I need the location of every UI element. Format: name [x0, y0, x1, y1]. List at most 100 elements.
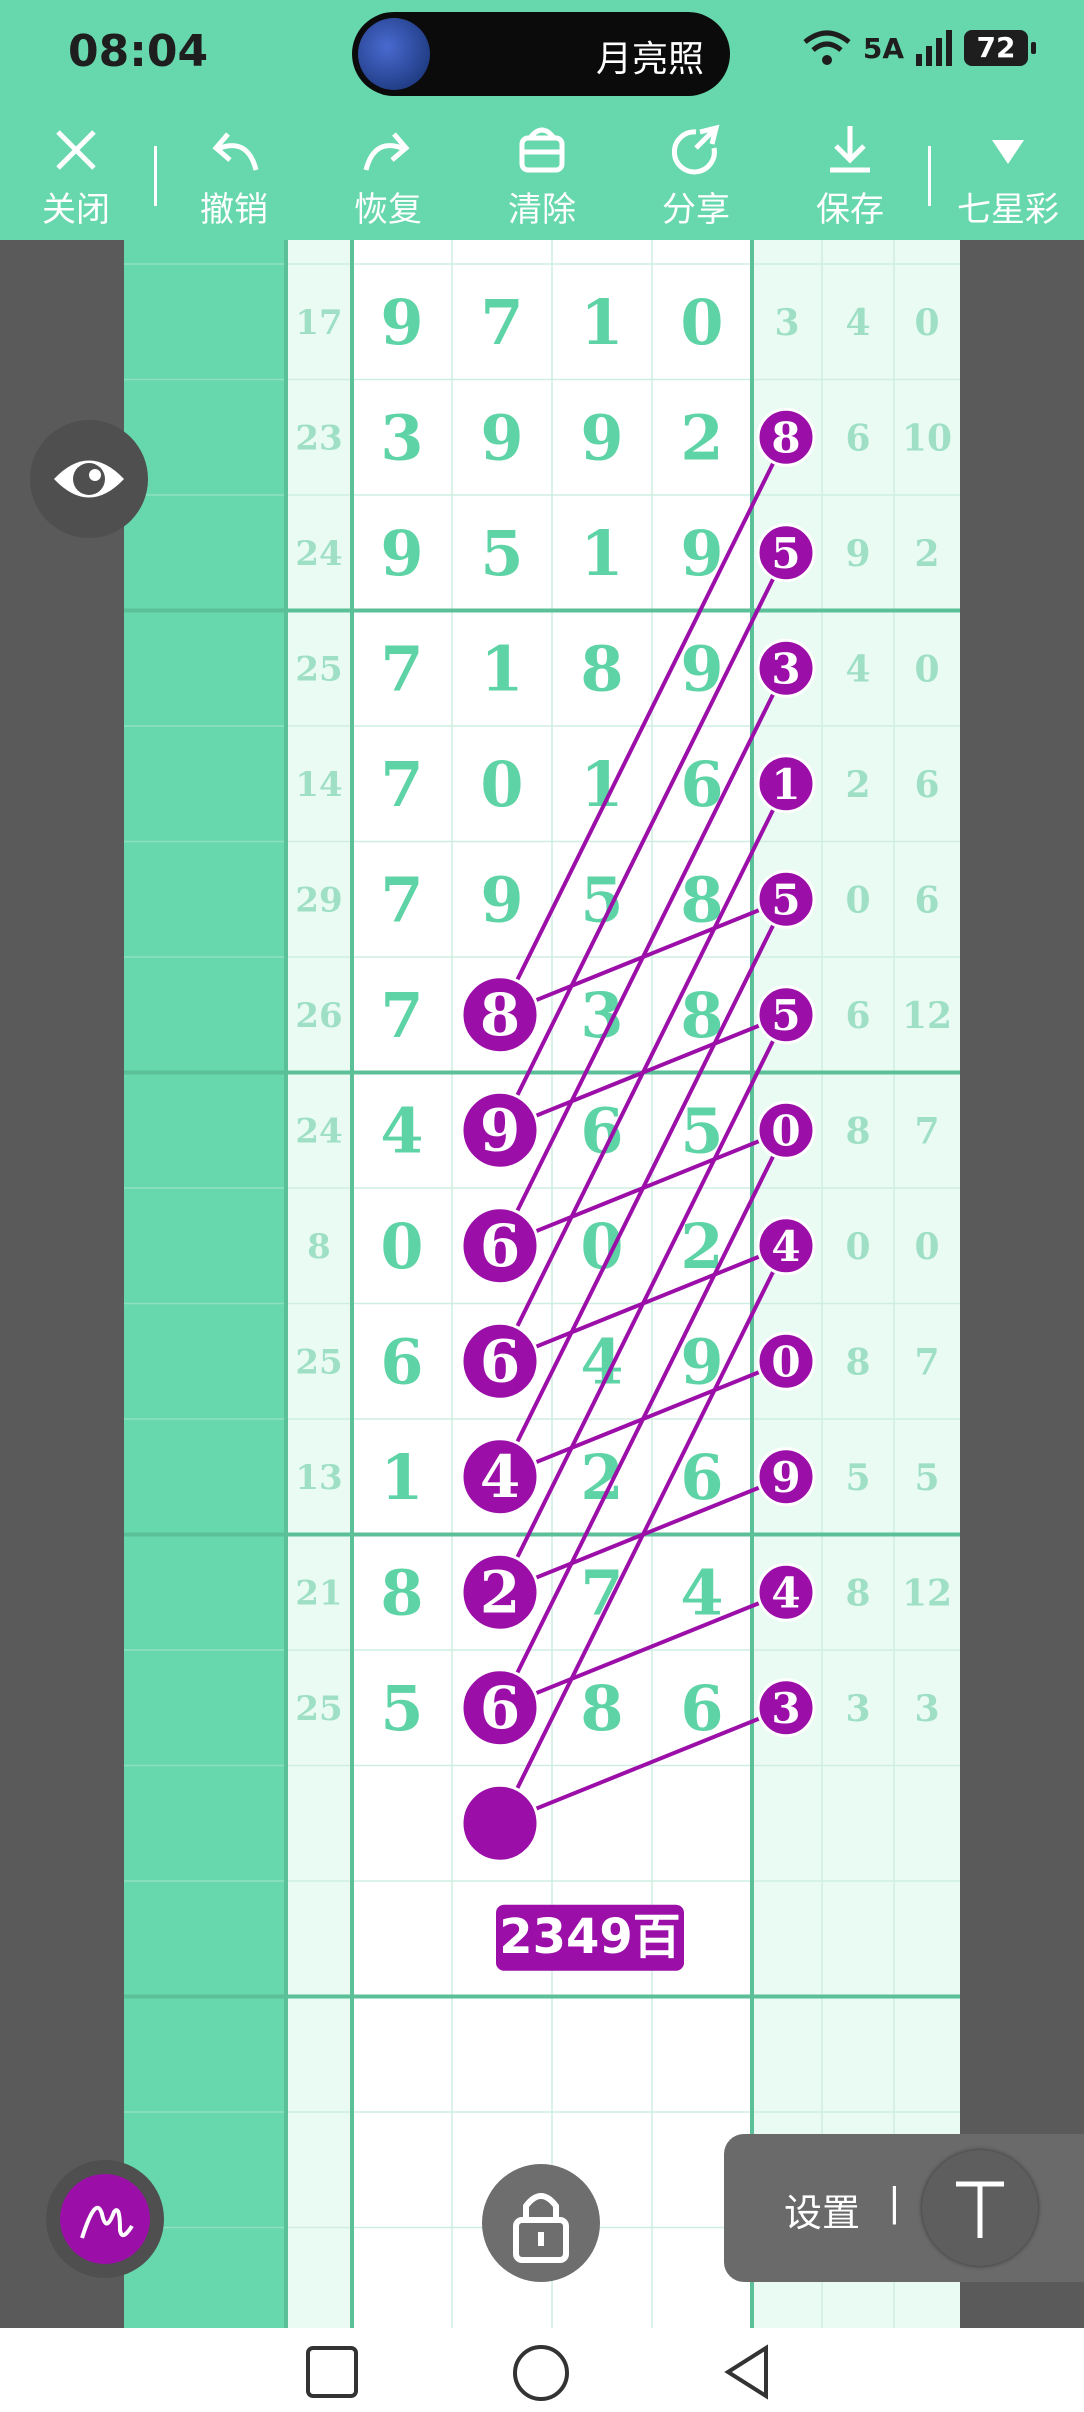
- extra-value: 4: [845, 648, 870, 690]
- toolbar-divider: [928, 146, 931, 206]
- draw-digit: 7: [480, 286, 523, 359]
- home-button[interactable]: [510, 2342, 572, 2404]
- draw-digit: 8: [380, 1556, 423, 1629]
- draw-digit: 1: [480, 632, 523, 705]
- extra-value: 7: [914, 1341, 939, 1383]
- pen-tool-button[interactable]: [46, 2160, 164, 2278]
- extra-value: 3: [914, 1688, 939, 1730]
- download-icon: [830, 126, 870, 173]
- sum-value: 25: [295, 649, 342, 689]
- extra-value: 2: [845, 764, 870, 806]
- settings-panel: 设置 |: [724, 2134, 1084, 2282]
- trend-chart[interactable]: 337007/28 二337107/31 五337208/02 日337308/…: [124, 240, 960, 2328]
- extra-value: 2: [914, 533, 939, 575]
- period-column-bg: [124, 240, 284, 2328]
- save-button[interactable]: 保存: [780, 118, 920, 238]
- draw-digit: 8: [580, 632, 623, 705]
- marked-digit: 0: [771, 1106, 800, 1155]
- recent-apps-button[interactable]: [302, 2342, 362, 2402]
- dynamic-island[interactable]: 月亮照: [352, 12, 730, 96]
- sum-value: 24: [295, 534, 342, 574]
- draw-digit: 9: [580, 401, 623, 474]
- extra-value: 12: [902, 995, 952, 1037]
- extra-value: 0: [845, 1226, 870, 1268]
- extra-value: 6: [914, 879, 939, 921]
- draw-digit: 9: [480, 863, 523, 936]
- panel-divider: |: [888, 2180, 901, 2224]
- undo-button[interactable]: 撤销: [164, 118, 304, 238]
- prediction-text: 2349百: [499, 1909, 681, 1965]
- back-button[interactable]: [718, 2342, 778, 2402]
- status-bar: 08:04 月亮照 5A 72: [0, 0, 1084, 108]
- draw-digit: 8: [580, 1672, 623, 1745]
- settings-button[interactable]: 设置: [784, 2182, 860, 2237]
- redo-icon: [363, 132, 410, 171]
- trend-grid[interactable]: 1797103402339928610249519592257189340147…: [124, 240, 960, 2328]
- draw-digit: 1: [580, 517, 623, 590]
- close-label: 关闭: [42, 190, 110, 230]
- draw-digit: 0: [680, 286, 723, 359]
- undo-icon: [212, 132, 259, 171]
- now-playing-title: 月亮照: [595, 39, 704, 80]
- draw-digit: 5: [480, 517, 523, 590]
- marked-digit: 8: [771, 413, 800, 462]
- sum-value: 26: [295, 996, 342, 1036]
- triangle-down-icon: [992, 140, 1024, 164]
- marked-digit: 9: [480, 1096, 520, 1164]
- marked-digit: 5: [771, 991, 800, 1040]
- draw-digit: 1: [380, 1441, 423, 1514]
- marked-digit: 1: [771, 760, 800, 809]
- draw-digit: 7: [380, 632, 423, 705]
- extra-value: 0: [914, 648, 939, 690]
- text-tool-button[interactable]: [922, 2150, 1038, 2266]
- draw-digit: 0: [480, 748, 523, 821]
- draw-digit: 6: [380, 1325, 423, 1398]
- draw-digit: 3: [380, 401, 423, 474]
- sum-value: 25: [295, 1342, 342, 1382]
- sum-value: 8: [307, 1227, 331, 1267]
- draw-digit: 9: [380, 286, 423, 359]
- close-button[interactable]: 关闭: [6, 118, 146, 238]
- network-type: 5A: [862, 31, 904, 65]
- visibility-toggle[interactable]: [30, 420, 148, 538]
- marked-digit: 6: [480, 1327, 520, 1395]
- redo-button[interactable]: 恢复: [318, 118, 458, 238]
- marked-digit: 4: [771, 1222, 800, 1271]
- extra-value: 9: [845, 533, 870, 575]
- lock-button[interactable]: [482, 2164, 600, 2282]
- navigation-bar: [0, 2328, 1084, 2412]
- draw-digit: 0: [380, 1210, 423, 1283]
- marked-digit: 4: [771, 1568, 800, 1617]
- system-indicators: 5A 72: [801, 30, 1036, 66]
- extra-value: 10: [902, 417, 952, 459]
- marked-digit: 6: [480, 1674, 520, 1742]
- clear-label: 清除: [508, 190, 576, 230]
- sum-value: 14: [295, 765, 342, 805]
- marked-digit: 3: [771, 644, 800, 693]
- extra-value: 6: [845, 417, 870, 459]
- toolbar: 关闭 撤销 恢复 清除 分享 保存 七星彩: [0, 108, 1084, 240]
- marked-digit: 0: [771, 1337, 800, 1386]
- lottery-type-dropdown[interactable]: 七星彩: [938, 118, 1078, 238]
- draw-digit: 5: [380, 1672, 423, 1745]
- eraser-icon: [519, 127, 565, 173]
- extra-value: 12: [902, 1572, 952, 1614]
- share-button[interactable]: 分享: [626, 118, 766, 238]
- draw-digit: 4: [380, 1094, 423, 1167]
- extra-value: 8: [845, 1110, 870, 1152]
- text-icon: [956, 2181, 1004, 2238]
- sum-value: 21: [295, 1573, 342, 1613]
- clear-button[interactable]: 清除: [472, 118, 612, 238]
- toolbar-divider: [154, 146, 157, 206]
- marked-digit: 5: [771, 529, 800, 578]
- signal-icon: [916, 30, 952, 66]
- marked-digit: 4: [480, 1443, 520, 1511]
- signature-icon: [80, 2206, 134, 2239]
- extra-value: 8: [845, 1572, 870, 1614]
- wifi-icon: [803, 30, 851, 65]
- marked-digit: 9: [771, 1453, 800, 1502]
- share-icon: [671, 124, 720, 175]
- marked-digit: 8: [480, 981, 520, 1049]
- redo-label: 恢复: [354, 190, 422, 230]
- album-art: [358, 18, 430, 90]
